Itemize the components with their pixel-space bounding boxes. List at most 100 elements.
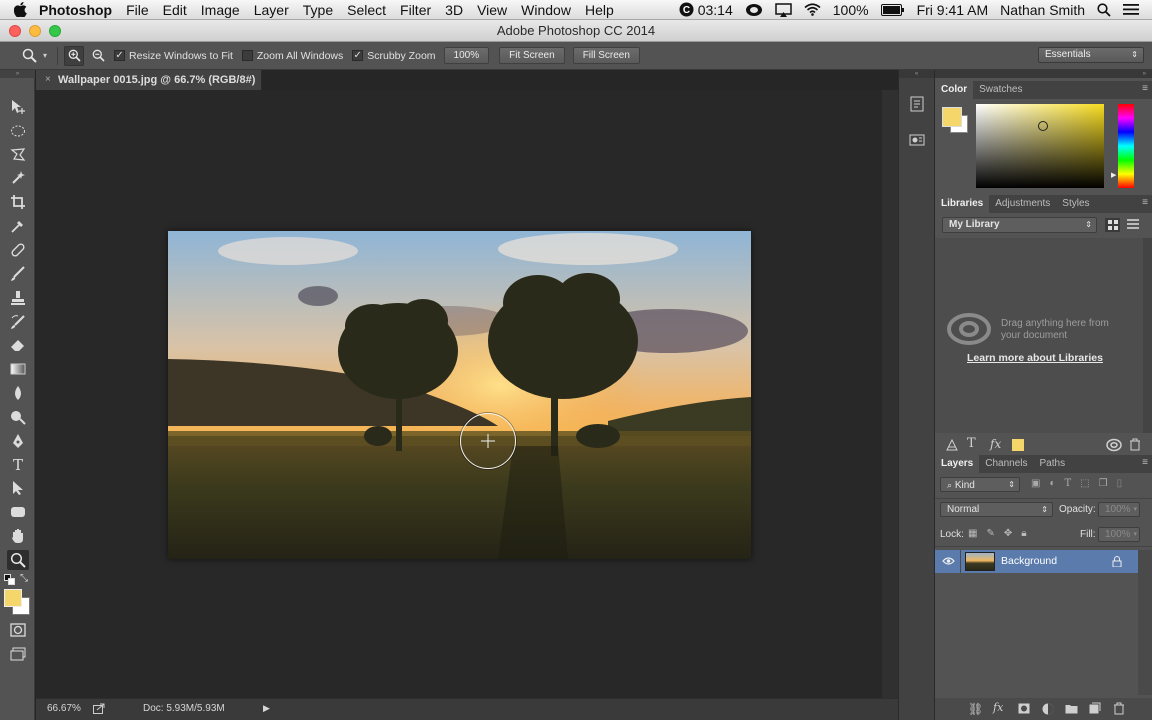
add-graphic-icon[interactable] (945, 438, 959, 452)
zoom-out-button[interactable] (88, 46, 108, 66)
menu-layer[interactable]: Layer (247, 2, 296, 18)
workspace-switcher[interactable]: Essentials ⇕ (1038, 47, 1144, 63)
zoom-in-button[interactable] (64, 45, 85, 66)
layer-mask-icon[interactable] (1018, 703, 1030, 714)
menu-type[interactable]: Type (296, 2, 340, 18)
user-name[interactable]: Nathan Smith (995, 2, 1090, 18)
minimize-window-button[interactable] (29, 25, 41, 37)
zoom-all-windows-checkbox[interactable]: Zoom All Windows (241, 50, 343, 62)
export-icon[interactable] (93, 703, 105, 714)
lasso-tool-icon[interactable] (7, 145, 29, 165)
foreground-color-swatch[interactable] (4, 589, 22, 607)
zoom-window-button[interactable] (49, 25, 61, 37)
layer-style-icon[interactable]: fx (993, 701, 1003, 714)
clone-stamp-tool-icon[interactable] (7, 288, 29, 308)
path-selection-tool-icon[interactable] (7, 478, 29, 498)
spotlight-search-icon[interactable] (1092, 2, 1116, 17)
zoom-tool-button[interactable] (7, 550, 29, 570)
clock-datetime[interactable]: Fri 9:41 AM (912, 2, 994, 18)
menu-help[interactable]: Help (578, 2, 621, 18)
layers-scrollbar[interactable] (1138, 550, 1152, 695)
hue-slider[interactable] (1118, 104, 1134, 188)
panels-top-handle[interactable]: » (935, 70, 1152, 78)
default-colors-icon[interactable] (4, 574, 15, 585)
filter-pixel-icon[interactable]: ▣ (1031, 478, 1040, 489)
properties-panel-icon[interactable] (909, 132, 925, 148)
battery-icon[interactable] (876, 3, 910, 16)
menu-image[interactable]: Image (194, 2, 247, 18)
tab-channels[interactable]: Channels (979, 455, 1033, 473)
shape-tool-icon[interactable] (7, 502, 29, 522)
opacity-field[interactable]: 100% ▾ (1098, 502, 1140, 517)
fill-screen-button[interactable]: Fill Screen (572, 47, 640, 64)
filter-type-icon[interactable]: T (1065, 478, 1072, 489)
document-image[interactable] (168, 231, 751, 559)
status-menu-arrow-icon[interactable]: ▶ (263, 703, 270, 714)
menu-view[interactable]: View (470, 2, 514, 18)
tab-swatches[interactable]: Swatches (973, 81, 1028, 99)
add-layer-style-icon[interactable]: fx (990, 437, 1001, 451)
zoom-100-button[interactable]: 100% (443, 47, 490, 64)
eraser-tool-icon[interactable] (7, 335, 29, 355)
grid-view-icon[interactable] (1105, 218, 1120, 232)
tab-layers[interactable]: Layers (935, 455, 980, 473)
filter-shape-icon[interactable]: ⬚ (1080, 478, 1089, 489)
dodge-tool-icon[interactable] (7, 407, 29, 427)
history-panel-icon[interactable] (909, 96, 925, 112)
recording-icon[interactable]: C 03:14 (674, 2, 738, 18)
visibility-eye-icon[interactable] (942, 556, 955, 566)
battery-percent[interactable]: 100% (828, 2, 874, 18)
menu-select[interactable]: Select (340, 2, 393, 18)
tools-collapse-handle[interactable]: » (0, 70, 35, 78)
color-fg-chip[interactable] (942, 107, 962, 127)
panel-menu-icon[interactable]: ≡ (1142, 457, 1148, 468)
tab-color[interactable]: Color (935, 81, 974, 99)
learn-more-link[interactable]: Learn more about Libraries (967, 352, 1103, 364)
delete-icon[interactable] (1129, 438, 1141, 451)
eyedropper-tool-icon[interactable] (7, 216, 29, 236)
menu-filter[interactable]: Filter (393, 2, 438, 18)
tab-paths[interactable]: Paths (1034, 455, 1072, 473)
zoom-level[interactable]: 66.67% (47, 703, 81, 714)
new-layer-icon[interactable] (1089, 702, 1101, 714)
notification-center-icon[interactable] (1118, 3, 1144, 16)
lock-position-icon[interactable]: ✥ (1004, 528, 1012, 539)
history-brush-tool-icon[interactable] (7, 312, 29, 332)
new-group-icon[interactable] (1065, 703, 1078, 714)
fit-screen-button[interactable]: Fit Screen (499, 47, 565, 64)
dock-collapse-handle[interactable]: « (899, 70, 934, 78)
filter-adjustment-icon[interactable]: ◐ (1049, 478, 1055, 489)
tool-preset-picker[interactable]: ▾ (22, 48, 47, 63)
layer-filter-select[interactable]: ⌕ Kind ⇕ (940, 477, 1020, 492)
swap-colors-icon[interactable]: ⤡ (20, 573, 28, 584)
quick-selection-tool-icon[interactable] (7, 168, 29, 188)
type-tool-icon[interactable]: T (7, 455, 29, 475)
menu-3d[interactable]: 3D (438, 2, 470, 18)
libraries-content[interactable]: Drag anything here from your document Le… (935, 238, 1143, 433)
link-layers-icon[interactable]: ⛓︎ (968, 702, 983, 716)
resize-windows-checkbox[interactable]: ✓ Resize Windows to Fit (114, 50, 233, 62)
screen-mode-icon[interactable] (7, 644, 29, 664)
tab-libraries[interactable]: Libraries (935, 195, 990, 213)
airplay-icon[interactable] (770, 2, 797, 17)
blur-tool-icon[interactable] (7, 383, 29, 403)
move-tool-icon[interactable] (7, 97, 29, 117)
layer-row[interactable]: Background (935, 550, 1138, 573)
document-tab[interactable]: × Wallpaper 0015.jpg @ 66.7% (RGB/8#) (36, 70, 262, 90)
tab-styles[interactable]: Styles (1056, 195, 1095, 213)
menu-edit[interactable]: Edit (156, 2, 194, 18)
add-color-swatch[interactable] (1012, 439, 1024, 451)
apple-icon[interactable] (0, 2, 33, 17)
fill-field[interactable]: 100% ▾ (1098, 527, 1140, 542)
crop-tool-icon[interactable] (7, 192, 29, 212)
close-document-icon[interactable]: × (45, 70, 51, 90)
menu-file[interactable]: File (119, 2, 156, 18)
color-spectrum-field[interactable] (976, 104, 1104, 188)
sync-icon[interactable] (1106, 438, 1122, 452)
brush-tool-icon[interactable] (7, 264, 29, 284)
marquee-tool-icon[interactable] (7, 121, 29, 141)
blend-mode-select[interactable]: Normal ⇕ (940, 502, 1053, 517)
healing-brush-tool-icon[interactable] (7, 240, 29, 260)
tab-adjustments[interactable]: Adjustments (989, 195, 1056, 213)
filter-smart-object-icon[interactable]: ❒ (1099, 478, 1108, 489)
